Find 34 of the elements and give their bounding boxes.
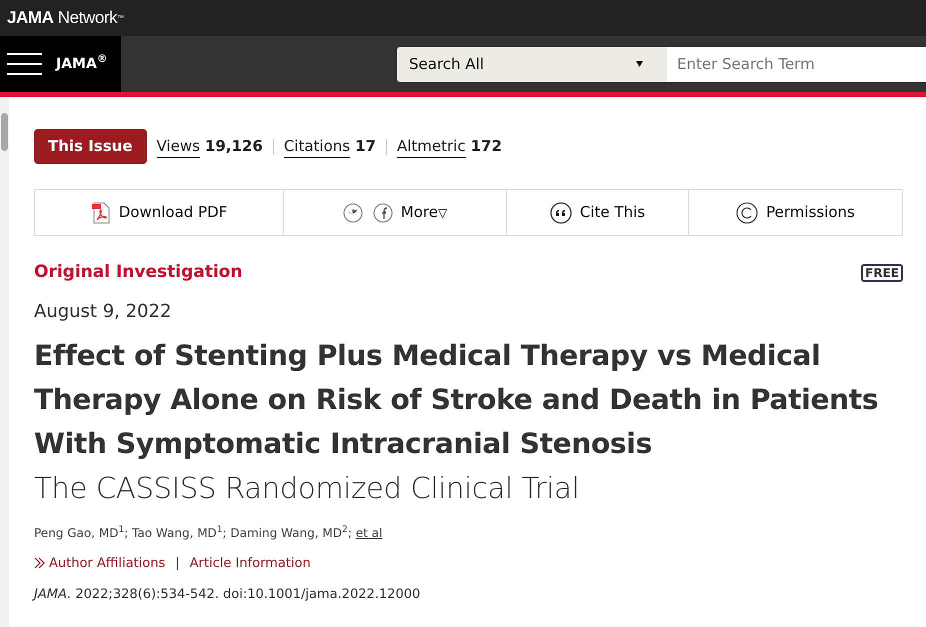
- publication-date: August 9, 2022: [34, 300, 172, 324]
- facebook-icon[interactable]: [372, 202, 393, 222]
- link-separator: |: [175, 554, 180, 572]
- metric-link[interactable]: Citations: [284, 134, 350, 158]
- et-al-link[interactable]: et al: [356, 524, 382, 542]
- article-title: Effect of Stenting Plus Medical Therapy vs Medical Therapy Alone on Risk of Stroke and Death in Patients With Symptomatic Intracranial Stenosis: [34, 338, 880, 462]
- toolbar-button[interactable]: Cite This: [580, 201, 646, 224]
- metric-value: 17: [355, 136, 376, 157]
- pdf-file-icon: [90, 202, 111, 224]
- journal-logo[interactable]: JAMA$^{®}$: [56, 54, 108, 74]
- metric-link[interactable]: Altmetric: [396, 134, 466, 158]
- article-type: Original Investigation: [34, 261, 242, 284]
- citation-text: JAMA. 2022;328(6):534-542. doi:10.1001/jama.2022.12000: [34, 586, 422, 604]
- search-field[interactable]: Enter Search Term: [667, 46, 926, 82]
- author-list: Peng Gao, MD$^{1}$; Tao Wang, MD$^{1}$; Daming Wang, MD$^{2}$;: [34, 524, 352, 542]
- article-subtitle: The CASSISS Randomized Clinical Trial: [34, 470, 580, 506]
- chevron-icon: [34, 557, 46, 570]
- toolbar-button[interactable]: Permissions: [766, 201, 855, 224]
- metric-link[interactable]: Views: [156, 134, 200, 158]
- info-link[interactable]: Author Affiliations: [34, 554, 166, 573]
- metric-value: 19,126: [204, 136, 263, 157]
- free-badge: FREE: [861, 264, 903, 282]
- this-issue-button[interactable]: This Issue: [34, 129, 146, 164]
- network-logo[interactable]: JAMA Network$^{™}$: [7, 5, 124, 31]
- info-link[interactable]: Article Information: [190, 554, 311, 573]
- toolbar-button[interactable]: Download PDF: [118, 201, 228, 224]
- menu-icon[interactable]: [7, 53, 43, 75]
- search-scope-dropdown[interactable]: Search All: [397, 46, 667, 82]
- copyright-icon: [736, 202, 758, 224]
- caret-icon: [636, 61, 643, 67]
- scrollbar[interactable]: [0, 97, 9, 627]
- quote-icon: [550, 202, 572, 224]
- metric-value: 172: [470, 136, 502, 157]
- toolbar-button[interactable]: More▽: [400, 201, 448, 224]
